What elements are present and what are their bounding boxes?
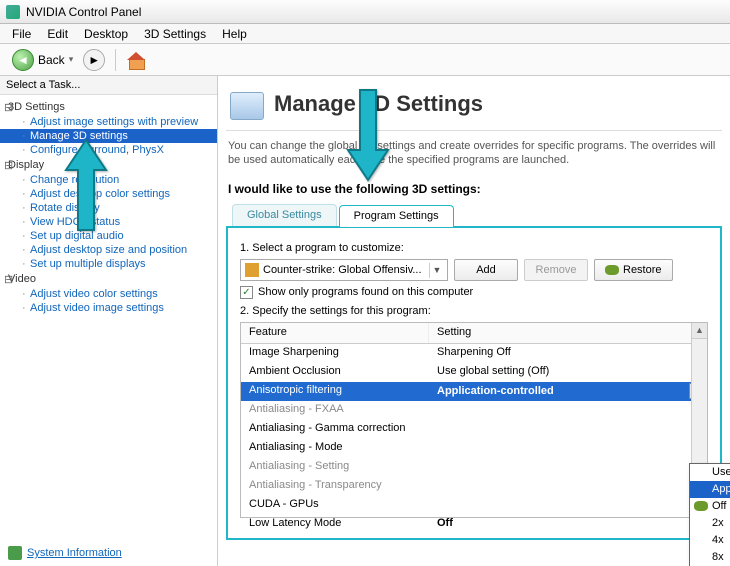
grid-row[interactable]: Antialiasing - Mode [241,439,707,458]
main-pane: Manage 3D Settings You can change the gl… [218,76,730,566]
dd-item[interactable]: Off [690,498,730,515]
task-header: Select a Task... [0,76,217,95]
menu-help[interactable]: Help [214,25,255,43]
grid-row[interactable]: Antialiasing - FXAA [241,401,707,420]
tree-item-manage-3d[interactable]: Manage 3D settings [0,129,217,143]
settings-panel: 1. Select a program to customize: Counte… [226,226,722,540]
step2-label: 2. Specify the settings for this program… [240,305,708,317]
remove-button: Remove [524,259,588,281]
back-arrow-icon: ◄ [12,49,34,71]
sysinfo-icon [8,546,22,560]
menu-desktop[interactable]: Desktop [76,25,136,43]
showonly-checkbox[interactable]: ✓ [240,286,253,299]
step1-label: 1. Select a program to customize: [240,242,708,254]
tree-item-surround[interactable]: Configure Surround, PhysX [0,143,217,157]
back-label: Back [38,53,65,67]
grid-row[interactable]: Ambient OcclusionUse global setting (Off… [241,363,707,382]
back-button[interactable]: ◄ Back ▾ [6,48,79,72]
toolbar: ◄ Back ▾ ► [0,44,730,76]
sysinfo-label: System Information [27,547,122,559]
dd-item[interactable]: Use global setting (Off) [690,464,730,481]
tree-group-display[interactable]: ⊟Display [0,157,217,173]
menu-3d-settings[interactable]: 3D Settings [136,25,214,43]
title-bar: NVIDIA Control Panel [0,0,730,24]
tree-item-adjust-image[interactable]: Adjust image settings with preview [0,115,217,129]
grid-row[interactable]: Low Latency ModeOff [241,515,707,534]
window-title: NVIDIA Control Panel [26,5,141,19]
program-name: Counter-strike: Global Offensiv... [263,264,422,276]
nvidia-icon [605,265,619,275]
tab-strip: Global Settings Program Settings [226,204,722,226]
grid-row[interactable]: Antialiasing - Setting [241,458,707,477]
tree-item-desktop-size[interactable]: Adjust desktop size and position [0,243,217,257]
tab-program[interactable]: Program Settings [339,205,454,227]
restore-button[interactable]: Restore [594,259,673,281]
home-button[interactable] [126,50,146,70]
dd-item[interactable]: 8x [690,549,730,566]
grid-header: Feature Setting [241,323,707,344]
showonly-label: Show only programs found on this compute… [258,286,473,298]
toolbar-divider [115,49,116,71]
col-feature: Feature [241,323,429,343]
scroll-up-icon[interactable]: ▲ [692,323,707,339]
grid-row[interactable]: CUDA - GPUs [241,496,707,515]
grid-row-selected[interactable]: Anisotropic filteringApplication-control… [241,382,707,401]
task-tree: ⊟3D Settings Adjust image settings with … [0,95,217,540]
tree-item-rotate[interactable]: Rotate display [0,201,217,215]
page-label: I would like to use the following 3D set… [226,178,722,204]
nvidia-icon [694,501,708,511]
sidebar: Select a Task... ⊟3D Settings Adjust ima… [0,76,218,566]
grid-row[interactable]: Antialiasing - Gamma correction [241,420,707,439]
tree-item-multi-display[interactable]: Set up multiple displays [0,257,217,271]
chevron-down-icon: ▼ [429,263,444,278]
tree-item-resolution[interactable]: Change resolution [0,173,217,187]
tree-item-video-image[interactable]: Adjust video image settings [0,301,217,315]
value-dropdown: Use global setting (Off) Application-con… [689,463,730,566]
settings-grid: Feature Setting Image SharpeningSharpeni… [240,322,708,518]
dd-item[interactable]: Application-controlled [690,481,730,498]
dd-item[interactable]: 2x [690,515,730,532]
menu-edit[interactable]: Edit [39,25,76,43]
tree-item-desktop-color[interactable]: Adjust desktop color settings [0,187,217,201]
tree-group-video[interactable]: ⊟Video [0,271,217,287]
system-info-link[interactable]: System Information [0,540,217,566]
page-icon [226,84,266,124]
forward-button[interactable]: ► [83,49,105,71]
tab-global[interactable]: Global Settings [232,204,337,226]
tree-item-hdcp[interactable]: View HDCP status [0,215,217,229]
menu-bar: File Edit Desktop 3D Settings Help [0,24,730,44]
dd-item[interactable]: 4x [690,532,730,549]
menu-file[interactable]: File [4,25,39,43]
program-icon [245,263,259,277]
app-icon [6,5,20,19]
tree-item-audio[interactable]: Set up digital audio [0,229,217,243]
grid-row[interactable]: Antialiasing - Transparency [241,477,707,496]
program-combo[interactable]: Counter-strike: Global Offensiv... ▼ [240,259,448,281]
grid-row[interactable]: Image SharpeningSharpening Off [241,344,707,363]
back-dropdown-icon: ▾ [69,54,74,65]
page-description: You can change the global 3D settings an… [226,131,722,178]
page-title: Manage 3D Settings [274,91,483,117]
restore-label: Restore [623,264,662,276]
add-button[interactable]: Add [454,259,518,281]
col-setting: Setting [429,323,707,343]
tree-item-video-color[interactable]: Adjust video color settings [0,287,217,301]
tree-group-3d[interactable]: ⊟3D Settings [0,99,217,115]
